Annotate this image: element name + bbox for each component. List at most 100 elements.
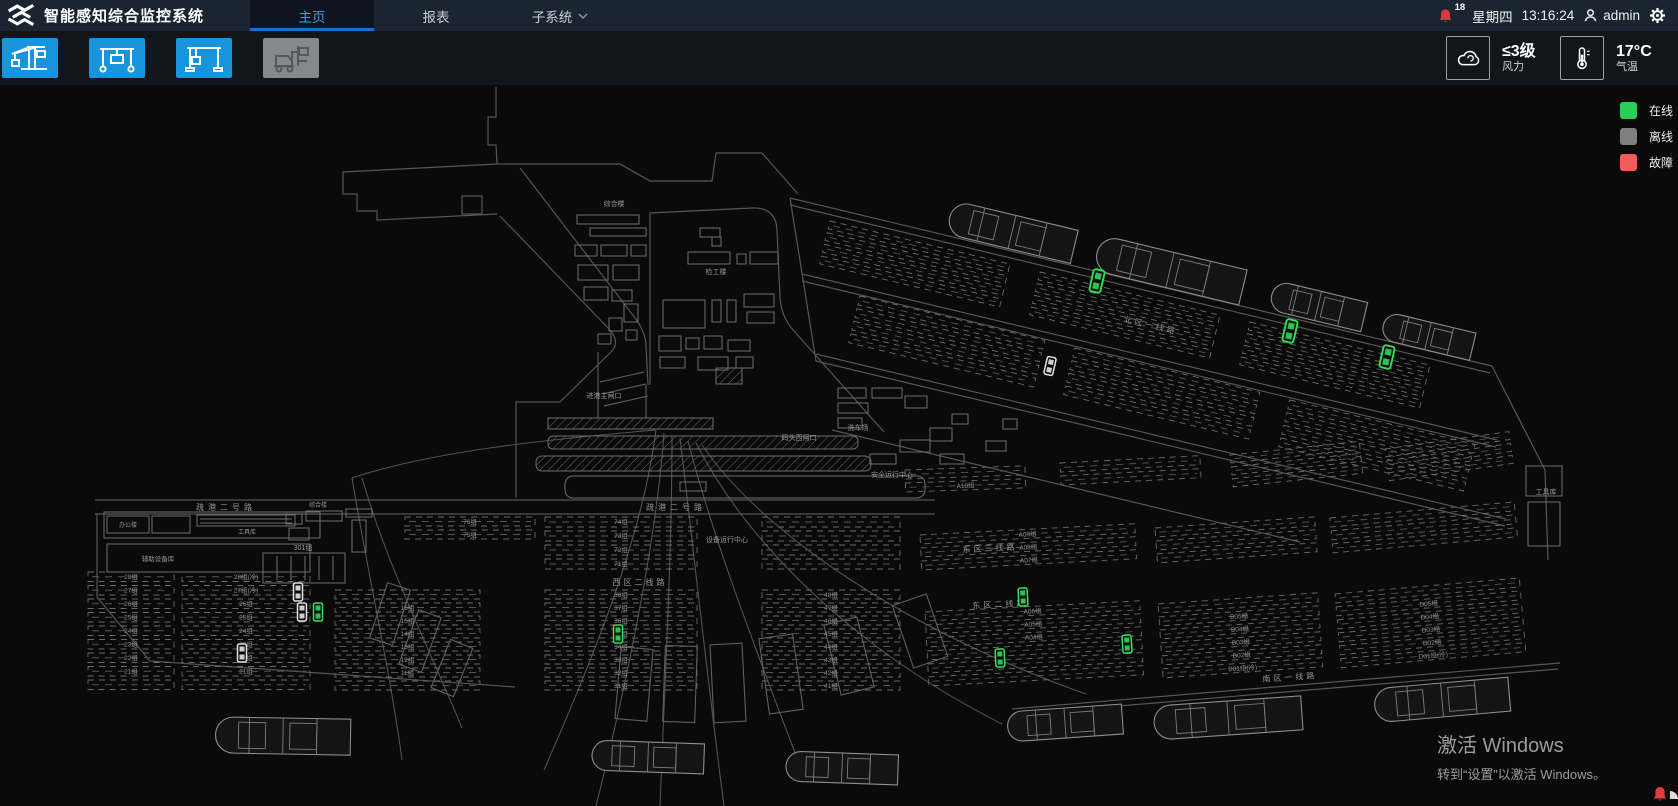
map-label: 安全运行中心 <box>871 470 913 479</box>
map-label: 码头西闸口 <box>782 433 817 442</box>
equipment-marker-online[interactable] <box>995 649 1005 667</box>
svg-text:12组: 12组 <box>401 655 415 664</box>
temperature-value: 17°C <box>1616 42 1662 61</box>
svg-text:28组(冷): 28组(冷) <box>234 572 259 581</box>
svg-text:27组: 27组 <box>124 586 138 595</box>
brand: 智能感知综合监控系统 <box>0 0 250 31</box>
legend-item-在线: 在线 <box>1620 102 1673 119</box>
equipment-filter-forklift[interactable] <box>263 38 319 78</box>
map-label: 设备运行中心 <box>706 535 748 544</box>
nav-tabs: 主页 报表 子系统 <box>250 0 622 31</box>
svg-text:25组: 25组 <box>124 613 138 622</box>
svg-text:37组: 37组 <box>614 603 628 612</box>
svg-text:32组: 32组 <box>614 668 628 677</box>
svg-text:42组: 42组 <box>824 668 838 677</box>
equipment-filter-group <box>0 38 319 78</box>
map-label: 辅助设备库 <box>142 554 175 563</box>
user-icon <box>1583 8 1598 23</box>
equipment-marker-offline[interactable] <box>294 583 303 601</box>
wind-readout: ≤3级 风力 <box>1502 42 1548 74</box>
ship <box>592 740 705 774</box>
corner-alert-icon <box>1652 785 1678 805</box>
svg-text:25组: 25组 <box>239 613 253 622</box>
user-menu[interactable]: admin <box>1583 8 1640 23</box>
svg-text:31组: 31组 <box>614 681 628 690</box>
map-label: 进港主闸口 <box>587 391 622 400</box>
svg-text:27组(冷): 27组(冷) <box>234 586 259 595</box>
svg-text:38组: 38组 <box>614 590 628 599</box>
equipment-marker-offline[interactable] <box>298 603 307 621</box>
map-label: 301组 <box>294 543 313 552</box>
legend-label: 在线 <box>1649 102 1673 119</box>
svg-text:22组: 22组 <box>124 653 138 662</box>
equipment-marker-offline[interactable] <box>238 644 247 662</box>
ship <box>786 751 899 785</box>
map-label: 工具库 <box>238 528 256 536</box>
ship <box>215 717 351 755</box>
tab-label: 主页 <box>299 6 326 26</box>
map-label: 检工楼 <box>706 267 727 276</box>
bell-icon <box>1438 7 1453 24</box>
wind-button[interactable] <box>1446 36 1490 80</box>
tab-报表[interactable]: 报表 <box>374 0 498 31</box>
tab-主页[interactable]: 主页 <box>250 0 374 31</box>
svg-text:36组: 36组 <box>614 616 628 625</box>
port-map[interactable]: 76组75组74组73组72组71组38组37组36组35组34组33组32组3… <box>0 85 1678 806</box>
watermark-line2: 转到“设置”以激活 Windows。 <box>1437 764 1606 783</box>
svg-text:21组: 21组 <box>124 667 138 676</box>
svg-text:15组: 15组 <box>401 616 415 625</box>
svg-text:74组: 74组 <box>614 517 628 526</box>
svg-text:75组: 75组 <box>463 530 477 539</box>
legend-label: 故障 <box>1649 154 1673 171</box>
map-label: 办公楼 <box>119 521 137 529</box>
gear-icon[interactable] <box>1649 7 1666 24</box>
equipment-marker-online[interactable] <box>614 625 623 643</box>
tab-label: 报表 <box>423 6 450 26</box>
equipment-filter-rmg-crane[interactable] <box>176 38 232 78</box>
temperature-label: 气温 <box>1616 61 1662 74</box>
tab-label: 子系统 <box>532 6 573 26</box>
app-title: 智能感知综合监控系统 <box>44 5 204 26</box>
svg-text:41组: 41组 <box>824 681 838 690</box>
map-label: 工具库 <box>1536 487 1557 496</box>
svg-text:72组: 72组 <box>614 545 628 554</box>
forklift-icon <box>268 42 314 74</box>
equipment-marker-online[interactable] <box>1018 588 1028 606</box>
legend-swatch <box>1620 102 1637 119</box>
svg-text:16组: 16组 <box>401 603 415 612</box>
svg-text:28组: 28组 <box>124 572 138 581</box>
rtg-crane-icon <box>94 42 140 74</box>
cloud-icon <box>1453 43 1483 73</box>
svg-text:46组: 46组 <box>824 616 838 625</box>
equipment-filter-quay-crane[interactable] <box>2 38 58 78</box>
legend-swatch <box>1620 154 1637 171</box>
svg-text:47组: 47组 <box>824 603 838 612</box>
wind-label: 风力 <box>1502 61 1548 74</box>
map-label: 洗车场 <box>848 423 869 432</box>
svg-text:24组: 24组 <box>124 626 138 635</box>
notifications-bell[interactable]: 18 <box>1438 7 1453 24</box>
equipment-marker-online[interactable] <box>1122 635 1132 654</box>
weather-panel: ≤3级 风力 17°C 气温 <box>1446 36 1678 80</box>
svg-text:26组: 26组 <box>124 599 138 608</box>
temperature-button[interactable] <box>1560 36 1604 80</box>
legend-label: 离线 <box>1649 128 1673 145</box>
windows-activation-watermark: 激活 Windows 转到“设置”以激活 Windows。 <box>1437 735 1606 783</box>
tab-子系统[interactable]: 子系统 <box>498 0 622 31</box>
notification-count: 18 <box>1455 2 1466 13</box>
equipment-marker-online[interactable] <box>314 603 323 621</box>
map-label: 综合楼 <box>604 199 625 208</box>
equipment-filter-rtg-crane[interactable] <box>89 38 145 78</box>
clock: 13:16:24 <box>1522 8 1575 23</box>
svg-text:76组: 76组 <box>463 517 477 526</box>
svg-text:45组: 45组 <box>824 629 838 638</box>
legend-item-离线: 离线 <box>1620 128 1673 145</box>
logo-icon <box>8 4 35 27</box>
thermometer-icon <box>1567 43 1597 73</box>
quay-crane-icon <box>7 42 53 74</box>
map-label: 综合楼 <box>309 501 327 509</box>
map-label: 疏港二号路 <box>196 502 256 512</box>
status-legend: 在线离线故障 <box>1620 102 1673 171</box>
port-map-canvas[interactable]: 76组75组74组73组72组71组38组37组36组35组34组33组32组3… <box>0 85 1678 806</box>
svg-text:71组: 71组 <box>614 559 628 568</box>
